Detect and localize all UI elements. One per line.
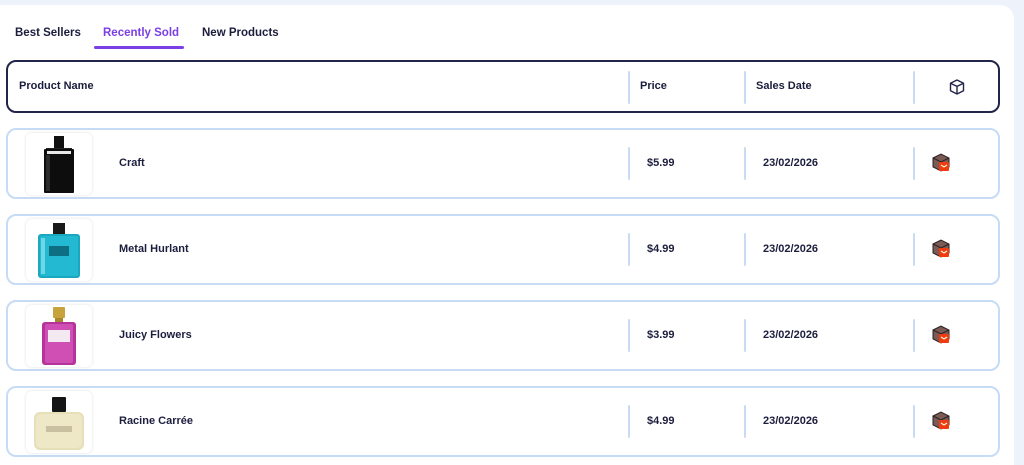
column-divider <box>628 319 630 352</box>
product-price: $5.99 <box>647 157 675 169</box>
product-name: Juicy Flowers <box>119 329 192 341</box>
box-icon <box>949 79 965 95</box>
product-thumbnail <box>26 391 92 453</box>
sales-date: 23/02/2026 <box>763 329 819 341</box>
order-box-icon[interactable] <box>930 237 952 259</box>
column-divider <box>913 71 915 104</box>
product-name: Craft <box>119 157 145 169</box>
table-row[interactable]: Metal Hurlant $4.99 23/02/2026 <box>6 214 1000 285</box>
table-row[interactable]: Craft $5.99 23/02/2026 <box>6 128 1000 199</box>
column-divider <box>744 233 746 266</box>
column-divider <box>744 71 746 104</box>
column-divider <box>628 405 630 438</box>
product-name: Racine Carrée <box>119 415 193 427</box>
product-price: $4.99 <box>647 415 675 427</box>
product-thumbnail <box>26 133 92 195</box>
column-divider <box>628 71 630 104</box>
tab-new-products[interactable]: New Products <box>202 27 279 51</box>
active-tab-indicator <box>94 46 184 49</box>
order-box-icon[interactable] <box>930 151 952 173</box>
order-box-icon[interactable] <box>930 323 952 345</box>
header-sales-date: Sales Date <box>756 80 812 92</box>
sales-date: 23/02/2026 <box>763 157 819 169</box>
perfume-bottle-image <box>34 397 84 450</box>
column-divider <box>913 147 915 180</box>
table-row[interactable]: Racine Carrée $4.99 23/02/2026 <box>6 386 1000 457</box>
column-divider <box>744 405 746 438</box>
product-price: $4.99 <box>647 243 675 255</box>
column-divider <box>913 319 915 352</box>
order-box-icon[interactable] <box>930 409 952 431</box>
table-row[interactable]: Juicy Flowers $3.99 23/02/2026 <box>6 300 1000 371</box>
sales-date: 23/02/2026 <box>763 415 819 427</box>
column-divider <box>744 319 746 352</box>
sales-date: 23/02/2026 <box>763 243 819 255</box>
column-divider <box>628 233 630 266</box>
column-divider <box>913 233 915 266</box>
tab-bar: Best Sellers Recently Sold New Products <box>0 27 400 51</box>
column-divider <box>628 147 630 180</box>
column-divider <box>744 147 746 180</box>
product-name: Metal Hurlant <box>119 243 189 255</box>
header-product-name: Product Name <box>19 80 94 92</box>
product-thumbnail <box>26 219 92 281</box>
column-divider <box>913 405 915 438</box>
product-thumbnail <box>26 305 92 367</box>
header-price: Price <box>640 80 667 92</box>
perfume-bottle-image <box>42 307 76 365</box>
perfume-bottle-image <box>44 136 74 193</box>
table-header: Product Name Price Sales Date <box>6 60 1000 113</box>
perfume-bottle-image <box>38 223 80 278</box>
product-price: $3.99 <box>647 329 675 341</box>
tab-best-sellers[interactable]: Best Sellers <box>15 27 81 51</box>
